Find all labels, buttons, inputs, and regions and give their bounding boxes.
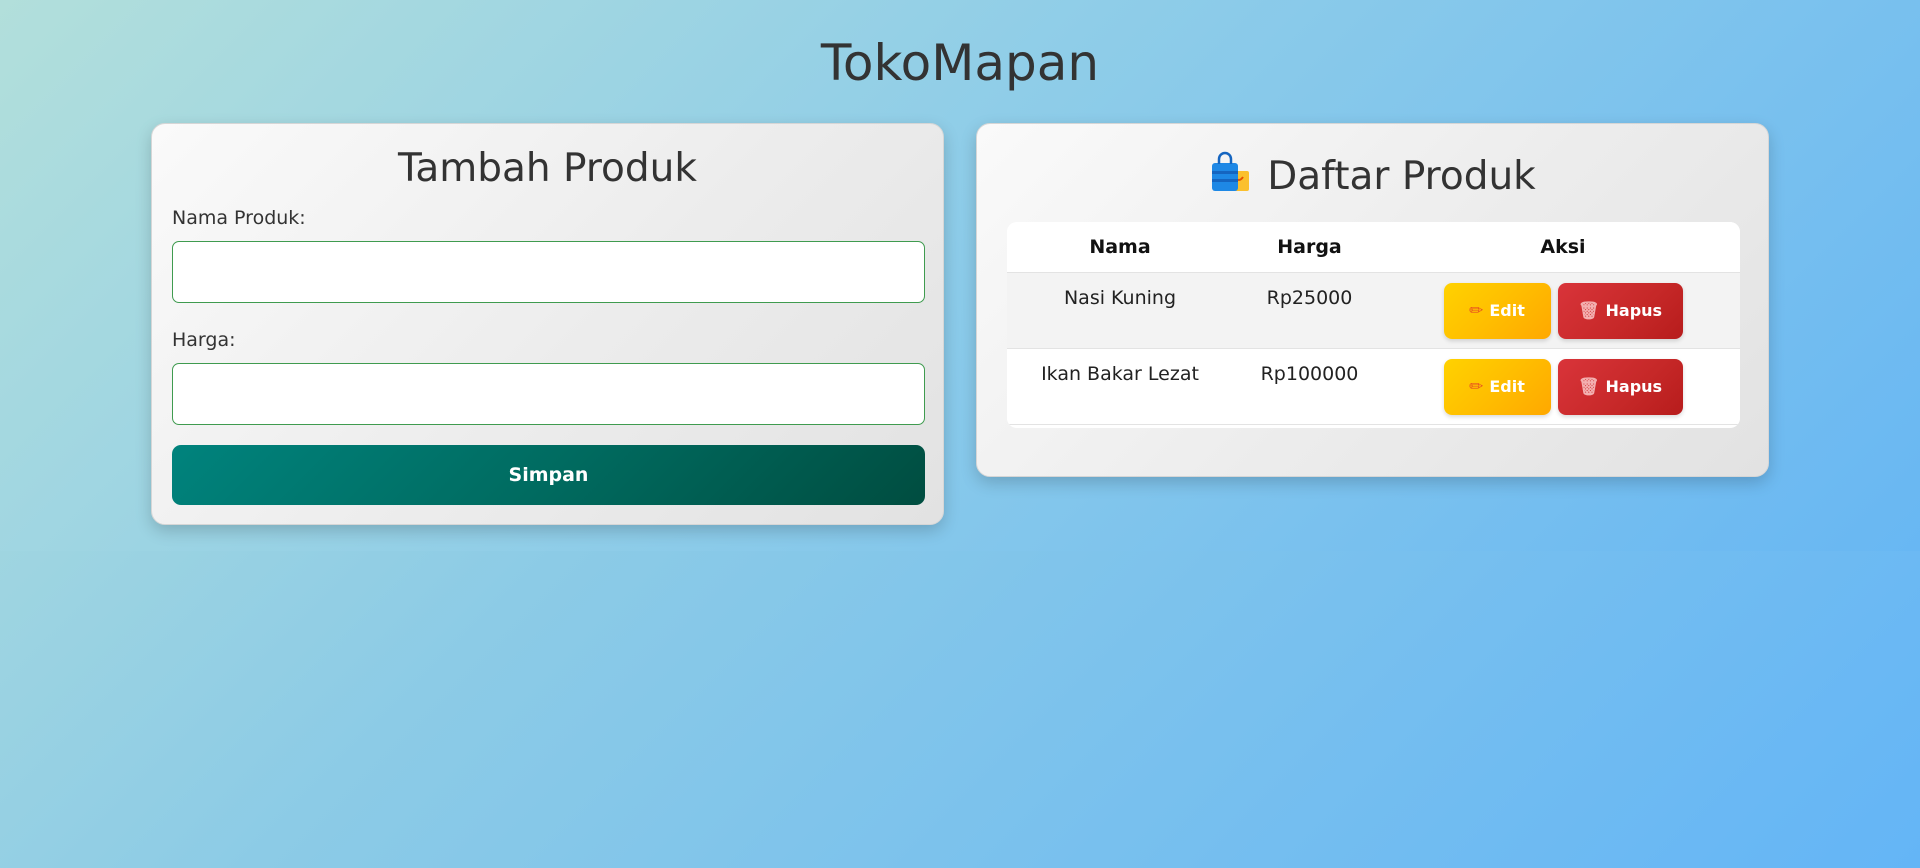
save-button[interactable]: Simpan (172, 445, 925, 505)
delete-button[interactable]: 🗑 Hapus (1557, 283, 1683, 339)
trash-icon: 🗑 (1577, 377, 1600, 397)
product-table: Nama Harga Aksi Nasi Kuning Rp25000 ✏ Edi… (1007, 222, 1740, 425)
product-list-card: Daftar Produk Nama Harga Aksi Nasi Kunin… (976, 123, 1769, 477)
product-list-heading: Daftar Produk (977, 151, 1768, 202)
delete-button-label: Hapus (1605, 301, 1663, 320)
pencil-icon: ✏ (1469, 301, 1484, 321)
price-input[interactable] (172, 363, 925, 425)
column-header-actions: Aksi (1386, 222, 1740, 273)
product-name-label: Nama Produk: (172, 207, 306, 229)
product-list-title: Daftar Produk (1267, 154, 1536, 199)
edit-button[interactable]: ✏ Edit (1443, 283, 1551, 339)
delete-button[interactable]: 🗑 Hapus (1557, 359, 1683, 415)
product-name-input[interactable] (172, 241, 925, 303)
trash-icon: 🗑 (1577, 301, 1600, 321)
product-name-cell: Nasi Kuning (1007, 272, 1233, 349)
product-table-container: Nama Harga Aksi Nasi Kuning Rp25000 ✏ Edi… (1007, 222, 1740, 428)
product-name-cell: Ikan Bakar Lezat (1007, 348, 1233, 425)
actions-cell: ✏ Edit 🗑 Hapus (1386, 348, 1740, 425)
edit-button[interactable]: ✏ Edit (1443, 359, 1551, 415)
actions-cell: ✏ Edit 🗑 Hapus (1386, 272, 1740, 349)
product-price-cell: Rp25000 (1233, 272, 1386, 349)
add-product-card: Tambah Produk Nama Produk: Harga: Simpan (151, 123, 944, 525)
pencil-icon: ✏ (1469, 377, 1484, 397)
edit-button-label: Edit (1489, 377, 1525, 396)
table-row: Ikan Bakar Lezat Rp100000 ✏ Edit 🗑 Hapus (1007, 348, 1740, 425)
app-title: TokoMapan (820, 34, 1100, 92)
column-header-price: Harga (1233, 222, 1386, 273)
delete-button-label: Hapus (1605, 377, 1663, 396)
product-price-cell: Rp100000 (1233, 348, 1386, 425)
add-product-title: Tambah Produk (398, 146, 697, 191)
shopping-bags-icon (1212, 151, 1250, 191)
column-header-name: Nama (1007, 222, 1233, 273)
edit-button-label: Edit (1489, 301, 1525, 320)
table-row: Nasi Kuning Rp25000 ✏ Edit 🗑 Hapus (1007, 272, 1740, 349)
price-label: Harga: (172, 329, 236, 351)
table-header-row: Nama Harga Aksi (1007, 222, 1740, 273)
